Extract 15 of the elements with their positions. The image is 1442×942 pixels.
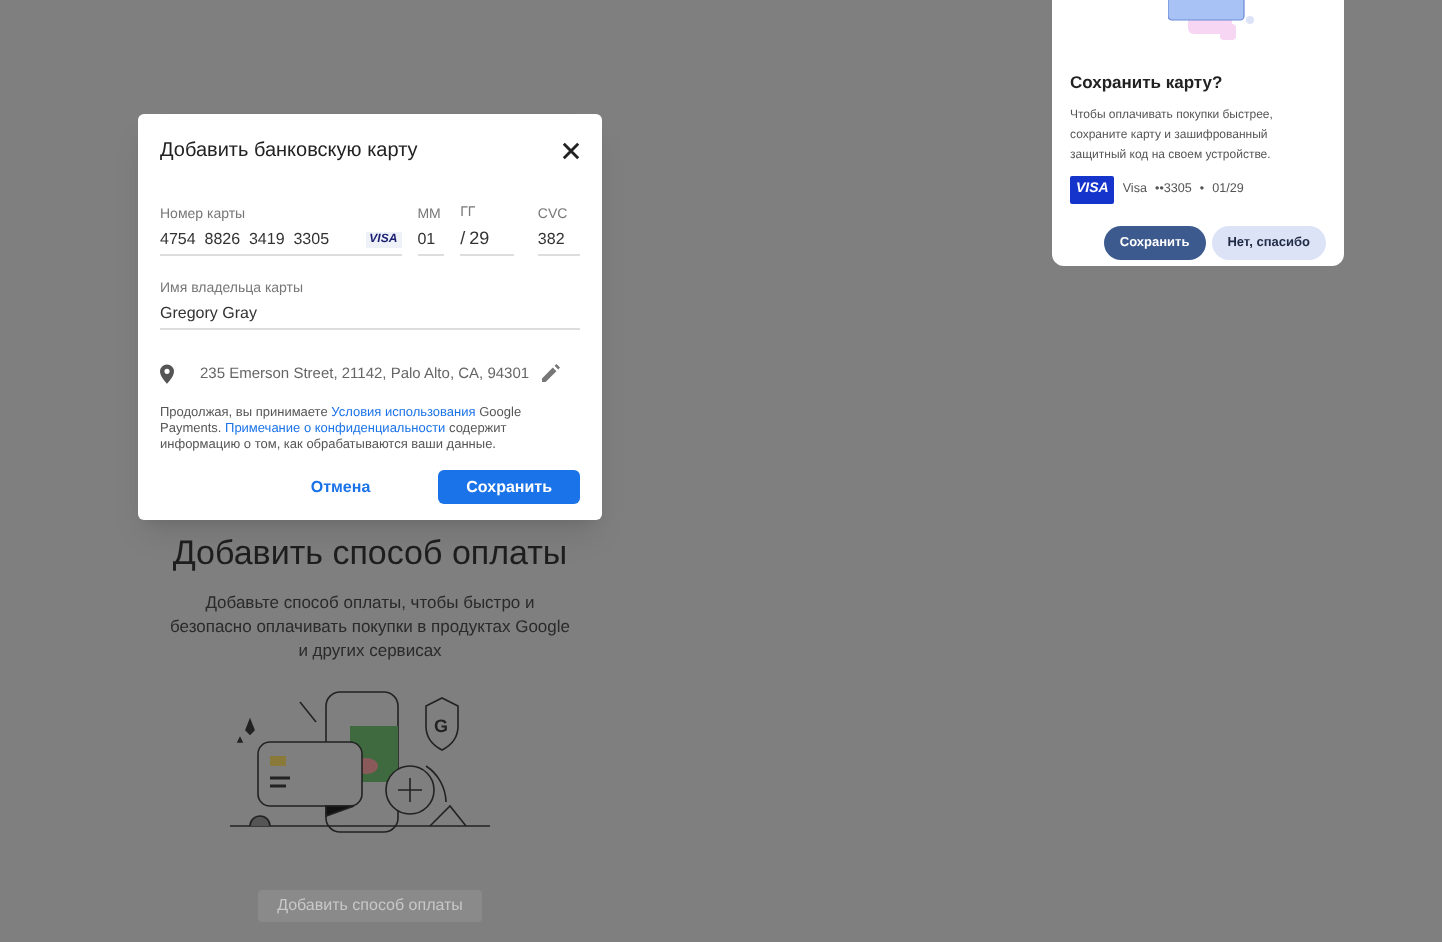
cancel-button[interactable]: Отмена [282,470,399,505]
page-title: Добавить способ оплаты [172,536,568,570]
save-button[interactable]: Сохранить [438,470,580,505]
input-field[interactable]: Gregory Gray [160,306,580,330]
input-field[interactable]: / 29 [460,230,514,256]
input-field[interactable]: 01 [417,232,445,256]
location-pin-icon [160,363,174,384]
close-icon[interactable] [562,142,580,160]
popup-title: Сохранить карту? [1070,70,1225,96]
shield-letter: G [434,716,449,736]
page-description: Добавьте способ оплаты, чтобы быстро и безопасно оплачивать покупки в продуктах Google и других сервисах [170,590,570,662]
input-field[interactable]: 382 [537,232,580,256]
dialog-title: Добавить банковскую карту [160,138,418,166]
edit-pencil-icon[interactable] [541,364,560,383]
card-illustration [1168,0,1256,42]
